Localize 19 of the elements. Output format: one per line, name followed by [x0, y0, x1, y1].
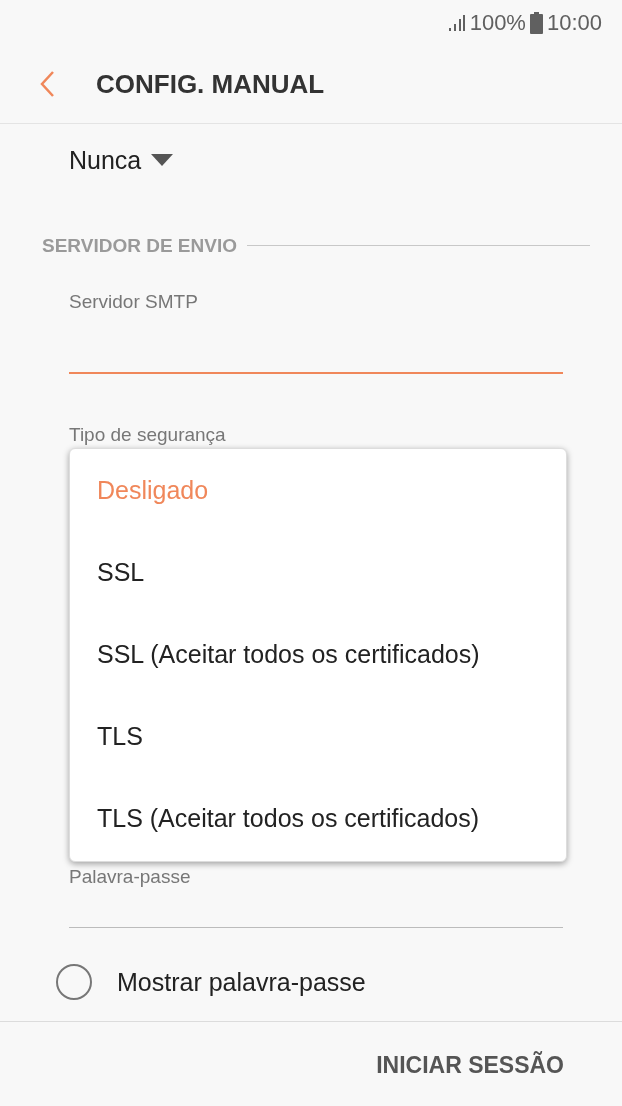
back-icon: [38, 70, 56, 98]
section-header: SERVIDOR DE ENVIO: [42, 233, 237, 258]
field-label: Servidor SMTP: [69, 290, 199, 314]
menu-option[interactable]: TLS: [70, 696, 566, 778]
battery-percent: 100%: [469, 9, 526, 37]
signal-icon: [447, 13, 466, 32]
field-label: Tipo de segurança: [69, 422, 227, 447]
screen-title: CONFIG. MANUAL: [96, 67, 325, 101]
menu-option[interactable]: SSL: [70, 532, 566, 614]
battery-icon: [529, 11, 543, 34]
sign-in-button[interactable]: INICIAR SESSÃO: [376, 1048, 564, 1083]
caret-icon: [151, 154, 174, 168]
menu-option[interactable]: SSL (Aceitar todos os certificados): [70, 614, 566, 696]
sync-dropdown[interactable]: Nunca: [69, 142, 174, 180]
clock-time: 10:00: [546, 9, 602, 37]
checkbox-label: Mostrar palavra-passe: [117, 966, 366, 998]
field-label: Palavra-passe: [69, 865, 192, 889]
radio-button[interactable]: [56, 964, 92, 1001]
menu-option[interactable]: TLS (Aceitar todos os certificados): [70, 778, 566, 860]
